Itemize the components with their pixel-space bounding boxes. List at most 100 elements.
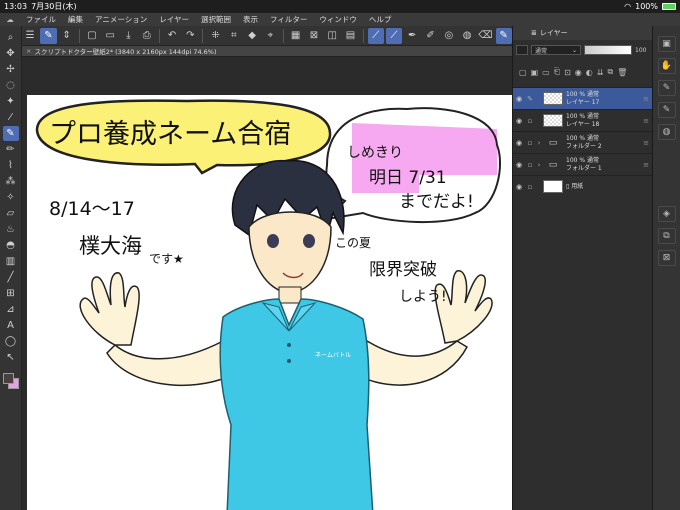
lasso-icon[interactable]: ◌ [3, 78, 19, 93]
close-icon[interactable]: × [26, 47, 31, 55]
folder-row[interactable]: ◉ ▫ › ▭ 100 % 通常 フォルダー 2 ≡ [513, 131, 652, 153]
canvas[interactable]: プロ養成ネーム合宿 8/14〜17 樸大海 です★ しめきり 明日 7/31 ま… [27, 95, 512, 510]
eraser-icon[interactable]: ⌫ [477, 28, 493, 44]
tool-property-icon[interactable]: ✎ [657, 102, 676, 118]
expand-arrow-icon[interactable]: › [535, 161, 543, 169]
smudge-icon[interactable]: ◍ [459, 28, 475, 44]
duplicate-icon[interactable]: ⧉ [607, 67, 613, 77]
edit-icon[interactable]: ✐ [422, 28, 438, 44]
checkbox[interactable]: ▫ [525, 161, 535, 169]
eye-icon[interactable]: ◉ [513, 95, 525, 103]
checkbox[interactable]: ▫ [525, 139, 535, 147]
brush-size-icon[interactable]: ◍ [657, 124, 676, 140]
menu-layer[interactable]: レイヤー [153, 14, 195, 25]
print-icon[interactable]: ⎙ [139, 28, 155, 44]
blend-mode-select[interactable]: 通常 ⌄ [531, 45, 581, 55]
layer-panel-tab[interactable]: ≣ レイヤー [513, 26, 652, 40]
reference-icon[interactable]: ◉ [575, 68, 582, 77]
menu-window[interactable]: ウィンドウ [313, 14, 363, 25]
pen-icon[interactable]: ✎ [525, 95, 535, 103]
bucket-icon[interactable]: ◆ [244, 28, 260, 44]
redo-icon[interactable]: ↷ [182, 28, 198, 44]
zoom-icon[interactable]: ⌕ [3, 30, 19, 45]
figure-icon[interactable]: ╱ [3, 270, 19, 285]
magic-wand-icon[interactable]: ✦ [3, 94, 19, 109]
open-icon[interactable]: ▭ [102, 28, 118, 44]
fill-icon[interactable]: ◓ [3, 238, 19, 253]
eraser-tool-icon[interactable]: ▱ [3, 206, 19, 221]
navigator-icon[interactable]: ▣ [657, 36, 676, 52]
layer-property-icon[interactable]: ⧉ [657, 228, 676, 244]
checkbox[interactable]: ▫ [525, 117, 535, 125]
transform-icon[interactable]: ⌗ [226, 28, 242, 44]
drag-handle-icon[interactable]: ≡ [643, 117, 649, 125]
drawing-mode-icon[interactable]: ✎ [40, 27, 57, 44]
hand-pan-icon[interactable]: ✋ [657, 58, 676, 74]
pen-stabilizer-icon[interactable]: ⟋ [367, 27, 384, 44]
undo-icon[interactable]: ↶ [164, 28, 180, 44]
menu-file[interactable]: ファイル [20, 14, 62, 25]
menu-view[interactable]: 表示 [237, 14, 264, 25]
ruler-icon[interactable]: ▤ [342, 28, 358, 44]
eyedropper-icon[interactable]: ⁄ [3, 110, 19, 125]
canvas-workspace[interactable]: プロ養成ネーム合宿 8/14〜17 樸大海 です★ しめきり 明日 7/31 ま… [22, 57, 512, 510]
layer-palette-icon[interactable]: ◈ [657, 206, 676, 222]
app-logo-icon[interactable]: ☁ [0, 15, 20, 24]
pen-tool-icon[interactable]: ✎ [2, 126, 19, 141]
hand-icon[interactable]: ✥ [3, 46, 19, 61]
foreground-color-swatch[interactable] [2, 373, 14, 384]
layer-row[interactable]: ◉ ✎ 100 % 通常 レイヤー 17 ≡ [513, 87, 652, 109]
save-icon[interactable]: ⤓ [120, 28, 136, 44]
text-icon[interactable]: A [3, 318, 19, 333]
menu-help[interactable]: ヘルプ [363, 14, 398, 25]
delete-layer-icon[interactable]: 🗑 [617, 68, 627, 77]
select-icon[interactable]: ◫ [324, 28, 340, 44]
folder-row[interactable]: ◉ ▫ › ▭ 100 % 通常 フォルダー 1 ≡ [513, 153, 652, 175]
ruler-tool-icon[interactable]: ⊿ [3, 302, 19, 317]
new-folder-icon[interactable]: ▭ [542, 68, 550, 77]
frame-icon[interactable]: ⊞ [3, 286, 19, 301]
balloon-icon[interactable]: ◯ [3, 334, 19, 349]
settings-icon[interactable]: ✎ [495, 27, 512, 44]
expand-arrow-icon[interactable]: › [535, 139, 543, 147]
eye-icon[interactable]: ◉ [513, 117, 525, 125]
lasso-fill-icon[interactable]: ⁜ [207, 28, 223, 44]
clear-icon[interactable]: ▦ [287, 28, 303, 44]
blend-tool-icon[interactable]: ♨ [3, 222, 19, 237]
merge-icon[interactable]: ⇊ [597, 68, 604, 77]
opacity-slider[interactable] [584, 45, 632, 55]
pencil-icon[interactable]: ✏ [3, 142, 19, 157]
eye-icon[interactable]: ◉ [513, 183, 525, 191]
layer-color-icon[interactable] [516, 45, 528, 55]
decoration-icon[interactable]: ✧ [3, 190, 19, 205]
gradient-icon[interactable]: ▥ [3, 254, 19, 269]
drag-handle-icon[interactable]: ≡ [643, 95, 649, 103]
drag-handle-icon[interactable]: ≡ [643, 161, 649, 169]
correction-icon[interactable]: ↖ [3, 350, 19, 365]
move-icon[interactable]: ✢ [3, 62, 19, 77]
brush-icon[interactable]: ⟋ [385, 27, 403, 44]
new-raster-layer-icon[interactable]: ▢ [519, 68, 527, 77]
airbrush-icon[interactable]: ⁂ [3, 174, 19, 189]
drag-handle-icon[interactable]: ≡ [643, 139, 649, 147]
new-vector-layer-icon[interactable]: ▣ [531, 68, 539, 77]
brush-tool-icon[interactable]: ⌇ [3, 158, 19, 173]
invert-icon[interactable]: ⊠ [306, 28, 322, 44]
lock-icon[interactable]: ⊡ [564, 68, 571, 77]
layer-row[interactable]: ◉ ▫ 100 % 通常 レイヤー 18 ≡ [513, 109, 652, 131]
menu-selection[interactable]: 選択範囲 [195, 14, 237, 25]
pen-icon[interactable]: ✒ [404, 28, 420, 44]
new-icon[interactable]: ▢ [84, 28, 100, 44]
menu-edit[interactable]: 編集 [62, 14, 89, 25]
eye-icon[interactable]: ◉ [513, 161, 525, 169]
mask-icon[interactable]: ◐ [586, 68, 593, 77]
paper-layer-row[interactable]: ◉ ▫ ▯ 用紙 [513, 175, 652, 197]
crop-icon[interactable]: ⌖ [262, 28, 278, 44]
color-swatches[interactable] [2, 372, 20, 390]
menu-icon[interactable]: ☰ [22, 28, 38, 44]
clip-icon[interactable]: ⎗ [554, 67, 560, 77]
sub-tool-icon[interactable]: ✎ [657, 80, 676, 96]
document-tab[interactable]: × スクリプトドクター壁紙2* (3840 x 2160px 144dpi 74… [22, 46, 512, 57]
blend-icon[interactable]: ◎ [441, 28, 457, 44]
menu-animation[interactable]: アニメーション [89, 14, 153, 25]
